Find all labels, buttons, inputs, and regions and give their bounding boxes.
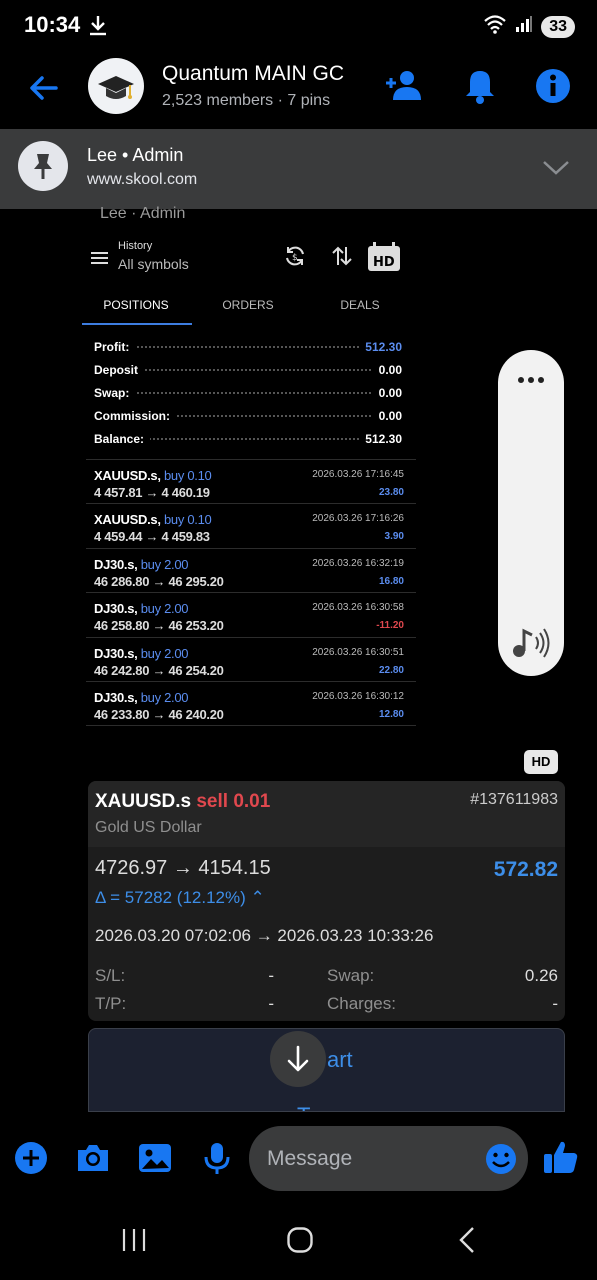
battery-indicator: 33 [541,15,575,38]
sort-icon [330,244,354,273]
like-button[interactable] [542,1138,578,1174]
trade-row: XAUUSD.s, buy 0.10 4 459.44 → 4 459.83 2… [86,503,416,548]
home-button[interactable] [286,1226,314,1259]
history-tabs: POSITIONS ORDERS DEALS [80,290,420,326]
trade-row: DJ30.s, buy 2.00 46 286.80 → 46 295.20 2… [86,548,416,593]
smiley-icon [486,1144,516,1174]
pinned-message-banner[interactable]: Lee • Admin www.skool.com [0,129,597,209]
charges-value: - [552,994,558,1013]
instrument-name: Gold US Dollar [95,819,202,836]
history-label: History [118,240,153,252]
trade-detail-card[interactable]: XAUUSD.s sell 0.01 #137611983 Gold US Do… [88,781,565,1021]
swap-label: Swap: [327,966,375,985]
tp-value: - [268,994,274,1013]
next-card-text: art [327,1047,353,1072]
trade-row: XAUUSD.s, buy 0.10 4 457.81 → 4 460.19 2… [86,459,416,504]
camera-icon [78,1145,108,1171]
info-button[interactable] [533,66,573,106]
summary-row: Commission: 0.00 [94,409,402,423]
floating-media-pill[interactable] [498,350,564,676]
graduation-cap-icon [98,76,134,99]
price-delta: Δ = 57282 (12.12%) ⌃ [95,888,265,907]
pinned-title: Lee • Admin [87,145,184,165]
summary-row: Profit: 512.30 [94,340,402,354]
hd-badge[interactable]: HD [524,750,558,774]
wifi-icon [483,14,507,39]
info-icon [536,69,570,103]
image-icon [139,1144,171,1172]
price-range: 4726.97 → 4154.15 [95,857,271,879]
back-nav-button[interactable] [456,1226,480,1259]
next-message-card[interactable]: art T... [88,1028,565,1112]
message-input[interactable] [267,1126,477,1191]
home-icon [287,1227,313,1253]
summary-row: Balance: 512.30 [94,432,402,446]
camera-button[interactable] [75,1140,111,1176]
status-bar: 10:34 33 [0,0,597,52]
menu-icon [90,250,110,271]
plus-button[interactable] [13,1140,49,1176]
calendar-icon: HD [367,242,401,277]
trade-symbol: XAUUSD.s sell 0.01 [95,791,271,812]
ticket-number: #137611983 [470,791,558,808]
voice-button[interactable] [199,1140,235,1176]
tp-label: T/P: [95,994,127,1013]
trade-row: DJ30.s, buy 2.00 46 233.80 → 46 240.20 2… [86,681,416,726]
chat-header: Quantum MAIN GC 2,523 members · 7 pins [0,52,597,128]
sl-label: S/L: [95,966,126,985]
notifications-button[interactable] [460,66,500,106]
emoji-button[interactable] [484,1142,518,1176]
music-sound-icon[interactable] [511,626,551,665]
svg-text:$: $ [292,253,298,263]
tab-deals: DEALS [340,298,380,312]
gallery-button[interactable] [137,1140,173,1176]
trade-dates: 2026.03.20 07:02:06 → 2026.03.23 10:33:2… [95,926,434,945]
symbols-filter-label: All symbols [118,256,189,272]
thumbs-up-icon [544,1141,578,1173]
pinned-url: www.skool.com [87,171,198,188]
add-member-button[interactable] [383,66,423,106]
signal-icon [515,15,533,38]
tab-orders: ORDERS [222,298,274,312]
more-options-icon[interactable] [517,372,545,390]
next-card-text-2: T... [297,1103,326,1111]
summary-row: Swap: 0.00 [94,386,402,400]
trade-profit: 572.82 [493,858,558,881]
chevron-down-icon[interactable] [541,157,571,182]
recents-button[interactable] [120,1226,148,1259]
add-person-icon [386,71,421,100]
trade-row: DJ30.s, buy 2.00 46 242.80 → 46 254.20 2… [86,637,416,682]
svg-text:HD: HD [373,255,395,270]
scroll-to-bottom-button[interactable] [270,1031,326,1087]
active-tab-indicator [82,323,192,325]
system-nav-bar [0,1200,597,1280]
recents-icon [122,1229,146,1251]
summary-row: Deposit 0.00 [94,363,402,377]
group-subtitle: 2,523 members · 7 pins [162,92,331,109]
back-arrow-icon [30,76,58,100]
message-field[interactable] [249,1126,528,1191]
chevron-left-icon [459,1227,474,1253]
status-time: 10:34 [24,12,81,37]
microphone-icon [204,1143,230,1174]
bell-icon [466,71,494,104]
refresh-currency-icon: $ [283,244,307,273]
back-button[interactable] [26,70,62,106]
charges-label: Charges: [327,994,396,1013]
arrow-down-icon [287,1045,309,1072]
pin-icon [18,141,68,191]
download-icon [88,14,108,41]
shared-screenshot-image[interactable]: History All symbols $ HD POSITIONS ORDER… [80,232,420,732]
message-composer [0,1120,597,1200]
swap-value: 0.26 [524,966,558,985]
sender-name: Lee · Admin [100,205,186,222]
group-title[interactable]: Quantum MAIN GC [162,62,344,86]
sl-value: - [268,966,274,985]
plus-icon [15,1142,47,1174]
group-avatar[interactable] [88,58,144,114]
tab-positions: POSITIONS [103,298,169,312]
trade-row: DJ30.s, buy 2.00 46 258.80 → 46 253.20 2… [86,592,416,637]
